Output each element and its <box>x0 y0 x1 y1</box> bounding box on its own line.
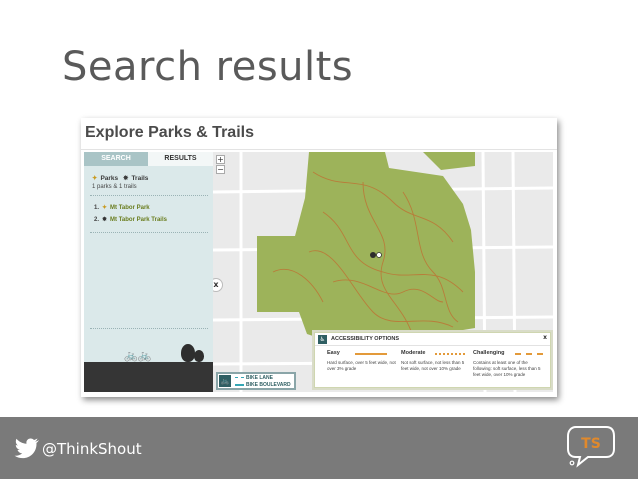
app-header: Explore Parks & Trails <box>81 118 557 150</box>
zoom-in-button[interactable]: + <box>216 155 225 164</box>
type-legend: ✦ Parks ✸ Trails <box>92 174 151 182</box>
wheelchair-icon: ♿ <box>318 335 327 344</box>
accessibility-panel: ♿ ACCESSIBILITY OPTIONS x Easy Hard surf… <box>314 332 551 388</box>
result-number: 1. <box>94 205 100 211</box>
level-desc: Not soft surface, not less than 5 feet w… <box>401 360 465 371</box>
level-easy[interactable]: Easy Hard surface, over 5 feet wide, not… <box>327 350 399 372</box>
divider <box>90 328 208 329</box>
divider <box>90 232 208 233</box>
trail-marker-icon: ✸ <box>102 217 108 223</box>
close-icon[interactable]: x <box>543 334 547 341</box>
bike-lane-label: BIKE LANE <box>246 375 273 381</box>
divider <box>90 195 208 196</box>
zoom-out-button[interactable]: − <box>216 165 225 174</box>
sidebar: SEARCH RESULTS ✦ Parks ✸ Trails 1 parks & … <box>84 152 213 392</box>
park-marker-icon: ✦ <box>92 175 98 182</box>
accessibility-title: ACCESSIBILITY OPTIONS <box>331 336 400 342</box>
level-moderate[interactable]: Moderate Not soft surface, not less than… <box>401 350 473 372</box>
tab-results[interactable]: RESULTS <box>148 152 213 166</box>
slide-title: Search results <box>62 44 354 90</box>
cyclists-illustration: 🚲🚲 <box>124 349 152 362</box>
tab-bar: SEARCH RESULTS <box>84 152 213 166</box>
slide-footer: @ThinkShout TS <box>0 417 638 479</box>
challenging-line-sample <box>515 353 543 355</box>
result-name[interactable]: Mt Tabor Park Trails <box>110 217 167 223</box>
ground-illustration <box>84 362 213 392</box>
tab-search[interactable]: SEARCH <box>84 152 148 166</box>
park-marker-icon: ✦ <box>102 205 108 211</box>
moderate-line-sample <box>435 353 465 355</box>
twitter-bird-icon <box>14 438 39 459</box>
twitter-handle: @ThinkShout <box>42 440 142 458</box>
bike-legend: 🚲 BIKE LANE BIKE BOULEVARD <box>216 372 296 390</box>
logo-text: TS <box>581 436 601 452</box>
bike-icon: 🚲 <box>219 375 231 387</box>
trail-marker-icon: ✸ <box>122 175 129 182</box>
result-number: 2. <box>94 217 100 223</box>
result-count: 1 parks & 1 trails <box>92 184 137 190</box>
tree-illustration <box>194 350 204 362</box>
legend-trails[interactable]: Trails <box>131 175 148 182</box>
level-challenging[interactable]: Challenging Contains at least one of the… <box>473 350 545 378</box>
app-title: Explore Parks & Trails <box>85 124 254 141</box>
result-name[interactable]: Mt Tabor Park <box>110 205 150 211</box>
result-item[interactable]: 1. ✦ Mt Tabor Park <box>94 204 150 211</box>
tree-illustration <box>181 344 195 362</box>
bike-boulevard-entry: BIKE BOULEVARD <box>235 382 291 388</box>
result-item[interactable]: 2. ✸ Mt Tabor Park Trails <box>94 216 167 223</box>
accessibility-header: ♿ ACCESSIBILITY OPTIONS x <box>315 333 550 346</box>
app-screenshot: Explore Parks & Trails SEARCH RESULTS ✦ P… <box>81 118 557 397</box>
bike-lane-entry: BIKE LANE <box>235 375 273 381</box>
legend-parks[interactable]: Parks <box>100 175 118 182</box>
thinkshout-logo: TS <box>567 426 615 468</box>
level-desc: Contains at least one of the following: … <box>473 360 541 377</box>
easy-line-sample <box>355 353 387 355</box>
level-desc: Hard surface, over 5 feet wide, not over… <box>327 360 396 371</box>
bike-boulevard-label: BIKE BOULEVARD <box>246 382 291 388</box>
